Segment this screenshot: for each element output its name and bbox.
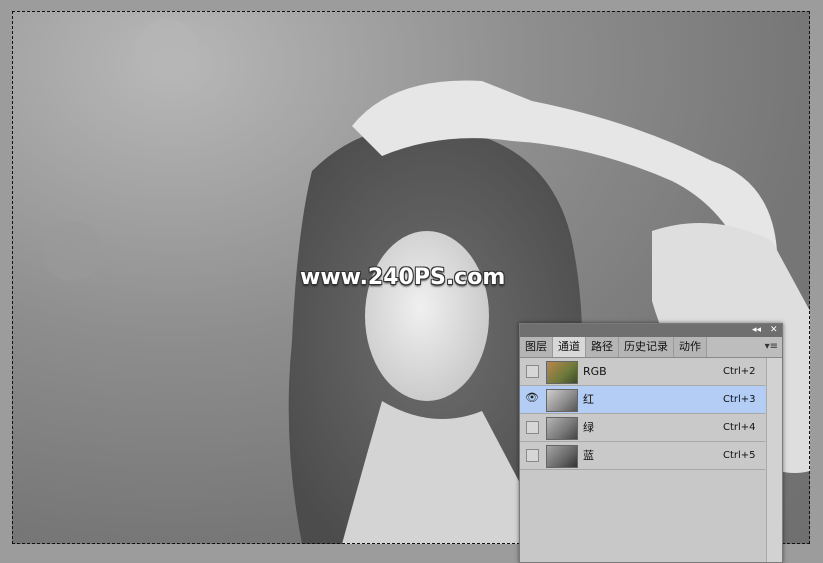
channel-list: RGB Ctrl+2 👁 红 Ctrl+3 绿 Ctrl+4 蓝 Ctrl+5: [520, 358, 765, 470]
panel-tabs: 图层 通道 路径 历史记录 动作 ▾≡: [520, 337, 782, 358]
watermark-text: www.240PS.com: [300, 265, 506, 290]
channel-thumbnail: [546, 417, 578, 440]
eye-icon[interactable]: 👁: [525, 391, 539, 404]
panel-title-bar[interactable]: ◂◂ ✕: [520, 324, 782, 337]
channel-name: 绿: [583, 421, 594, 434]
channel-thumbnail: [546, 389, 578, 412]
channel-shortcut: Ctrl+2: [723, 366, 756, 377]
close-icon[interactable]: ✕: [770, 324, 778, 337]
tab-history[interactable]: 历史记录: [619, 337, 674, 357]
channel-thumbnail: [546, 445, 578, 468]
visibility-toggle[interactable]: [526, 449, 539, 462]
collapse-icon[interactable]: ◂◂: [752, 324, 761, 337]
channel-shortcut: Ctrl+5: [723, 450, 756, 461]
visibility-toggle[interactable]: [526, 421, 539, 434]
channel-row-red[interactable]: 👁 红 Ctrl+3: [520, 386, 765, 414]
tab-channels[interactable]: 通道: [553, 337, 586, 357]
tab-layers[interactable]: 图层: [520, 337, 553, 357]
channel-name: 红: [583, 393, 594, 406]
channel-row-rgb[interactable]: RGB Ctrl+2: [520, 358, 765, 386]
channel-row-green[interactable]: 绿 Ctrl+4: [520, 414, 765, 442]
panel-menu-icon[interactable]: ▾≡: [765, 337, 778, 356]
channel-shortcut: Ctrl+3: [723, 394, 756, 405]
channels-panel: ◂◂ ✕ 图层 通道 路径 历史记录 动作 ▾≡ RGB Ctrl+2 👁 红 …: [519, 323, 783, 563]
channel-name: 蓝: [583, 449, 594, 462]
panel-scrollbar[interactable]: [766, 358, 782, 562]
channel-name: RGB: [583, 365, 607, 378]
tab-paths[interactable]: 路径: [586, 337, 619, 357]
visibility-toggle[interactable]: [526, 365, 539, 378]
channel-shortcut: Ctrl+4: [723, 422, 756, 433]
tab-actions[interactable]: 动作: [674, 337, 707, 357]
channel-row-blue[interactable]: 蓝 Ctrl+5: [520, 442, 765, 470]
channel-thumbnail: [546, 361, 578, 384]
